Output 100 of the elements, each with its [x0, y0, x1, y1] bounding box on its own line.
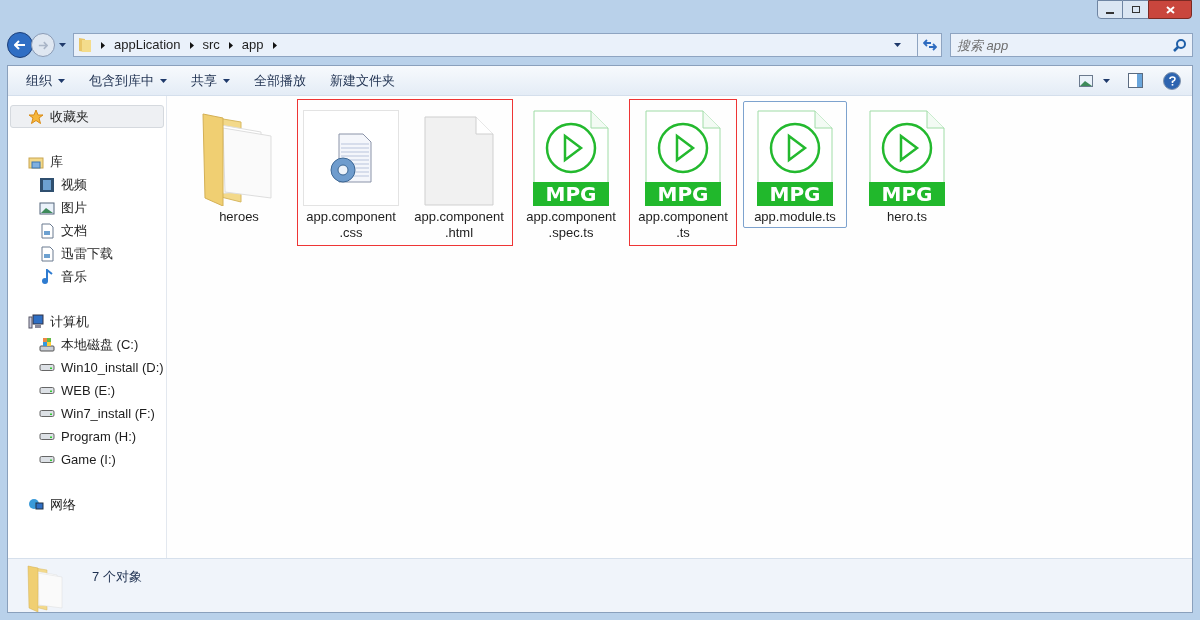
file-type-label: MPG: [757, 182, 833, 206]
system-drive-icon: [39, 336, 55, 353]
nav-item[interactable]: Win7_install (F:): [10, 402, 166, 425]
nav-label: 库: [50, 152, 63, 171]
arrow-left-icon: [14, 40, 26, 50]
nav-label: Win7_install (F:): [61, 404, 155, 423]
nav-item[interactable]: 本地磁盘 (C:): [10, 333, 166, 356]
file-item[interactable]: heroes: [187, 101, 291, 228]
nav-item[interactable]: Game (I:): [10, 448, 166, 471]
pane-icon: [1128, 73, 1143, 88]
play-file-icon: [757, 110, 833, 182]
nav-item[interactable]: 音乐: [10, 265, 166, 288]
video-icon: [39, 176, 55, 193]
folder-icon: [78, 37, 92, 53]
file-name: heroes: [218, 209, 260, 225]
chevron-right-icon: [272, 41, 277, 49]
toolbar-menu-button[interactable]: 共享: [184, 68, 237, 93]
file-item[interactable]: MPG hero.ts: [855, 101, 959, 228]
computer-icon: [28, 313, 44, 330]
toolbar-menu-button[interactable]: 全部播放: [247, 68, 313, 93]
nav-label: WEB (E:): [61, 381, 116, 400]
document-icon: [39, 222, 55, 239]
play-file-icon: [869, 110, 945, 182]
drive-icon: [39, 364, 55, 371]
dropdown-caret-icon: [58, 78, 65, 83]
address-bar[interactable]: appLication src app: [73, 33, 942, 57]
star-icon: [28, 108, 44, 125]
arrow-right-icon: [38, 40, 48, 50]
nav-label: 视频: [61, 175, 87, 194]
file-name: app.module.ts: [753, 209, 837, 225]
nav-label: 收藏夹: [50, 107, 89, 126]
chevron-right-icon: [189, 41, 194, 49]
document-icon: [39, 245, 55, 262]
play-file-icon: [533, 110, 609, 182]
toolbar-menu-button[interactable]: 组织: [19, 68, 72, 93]
dropdown-caret-icon: [223, 78, 230, 83]
file-name: app.component.html: [413, 209, 505, 241]
breadcrumb[interactable]: app: [241, 35, 264, 55]
file-item[interactable]: MPG app.component.ts: [631, 101, 735, 244]
file-name: hero.ts: [886, 209, 928, 225]
view-options-button[interactable]: [1079, 74, 1110, 87]
nav-item[interactable]: 收藏夹: [10, 105, 164, 128]
file-name: app.component.css: [305, 209, 397, 241]
nav-label: 文档: [61, 221, 87, 240]
help-button[interactable]: [1163, 71, 1181, 90]
nav-item[interactable]: Program (H:): [10, 425, 166, 448]
address-caret-icon: [894, 43, 901, 47]
music-icon: [39, 268, 55, 285]
item-count: 7 个对象: [92, 568, 142, 586]
file-item[interactable]: MPG app.module.ts: [743, 101, 847, 228]
nav-label: 迅雷下载: [61, 244, 113, 263]
nav-item[interactable]: 视频: [10, 173, 166, 196]
dropdown-caret-icon: [1103, 78, 1110, 83]
nav-label: 本地磁盘 (C:): [61, 335, 139, 354]
search-icon: [1173, 39, 1186, 52]
breadcrumb[interactable]: appLication: [114, 35, 181, 55]
file-type-label: MPG: [645, 182, 721, 206]
file-name: app.component.ts: [637, 209, 729, 241]
drive-icon: [39, 433, 55, 440]
drive-icon: [39, 410, 55, 417]
nav-item[interactable]: 图片: [10, 196, 166, 219]
nav-label: 音乐: [61, 267, 87, 286]
nav-label: Game (I:): [61, 450, 116, 469]
dropdown-caret-icon: [160, 78, 167, 83]
nav-label: 图片: [61, 198, 87, 217]
picture-icon: [39, 199, 55, 216]
minimize-button[interactable]: [1097, 0, 1123, 19]
maximize-button[interactable]: [1123, 0, 1148, 19]
preview-pane-button[interactable]: [1128, 73, 1143, 88]
settings-file-icon: [303, 110, 399, 206]
close-icon: [1165, 5, 1175, 14]
search-field[interactable]: 搜索 app: [950, 33, 1193, 57]
history-caret-icon: [59, 43, 66, 47]
nav-label: 网络: [50, 495, 76, 514]
nav-item[interactable]: 网络: [10, 493, 166, 516]
drive-icon: [39, 456, 55, 463]
refresh-icon: [922, 39, 937, 51]
question-mark-icon: [1168, 75, 1176, 86]
chevron-right-icon: [228, 41, 233, 49]
file-name: app.component.spec.ts: [525, 209, 617, 241]
back-button[interactable]: [7, 32, 33, 58]
toolbar-menu-button[interactable]: 新建文件夹: [323, 68, 402, 93]
file-type-label: MPG: [533, 182, 609, 206]
file-item[interactable]: app.component.html: [407, 101, 511, 244]
nav-item[interactable]: Win10_install (D:): [10, 356, 166, 379]
close-button[interactable]: [1148, 0, 1192, 19]
file-item[interactable]: app.component.css: [299, 101, 403, 244]
drive-icon: [39, 387, 55, 394]
breadcrumb[interactable]: src: [202, 35, 220, 55]
network-icon: [28, 496, 44, 513]
nav-item[interactable]: 库: [10, 150, 166, 173]
nav-label: Program (H:): [61, 427, 137, 446]
blank-file-icon: [424, 116, 494, 206]
play-file-icon: [645, 110, 721, 182]
nav-item[interactable]: 文档: [10, 219, 166, 242]
file-item[interactable]: MPG app.component.spec.ts: [519, 101, 623, 244]
nav-item[interactable]: WEB (E:): [10, 379, 166, 402]
nav-item[interactable]: 迅雷下载: [10, 242, 166, 265]
nav-item[interactable]: 计算机: [10, 310, 166, 333]
toolbar-menu-button[interactable]: 包含到库中: [82, 68, 174, 93]
